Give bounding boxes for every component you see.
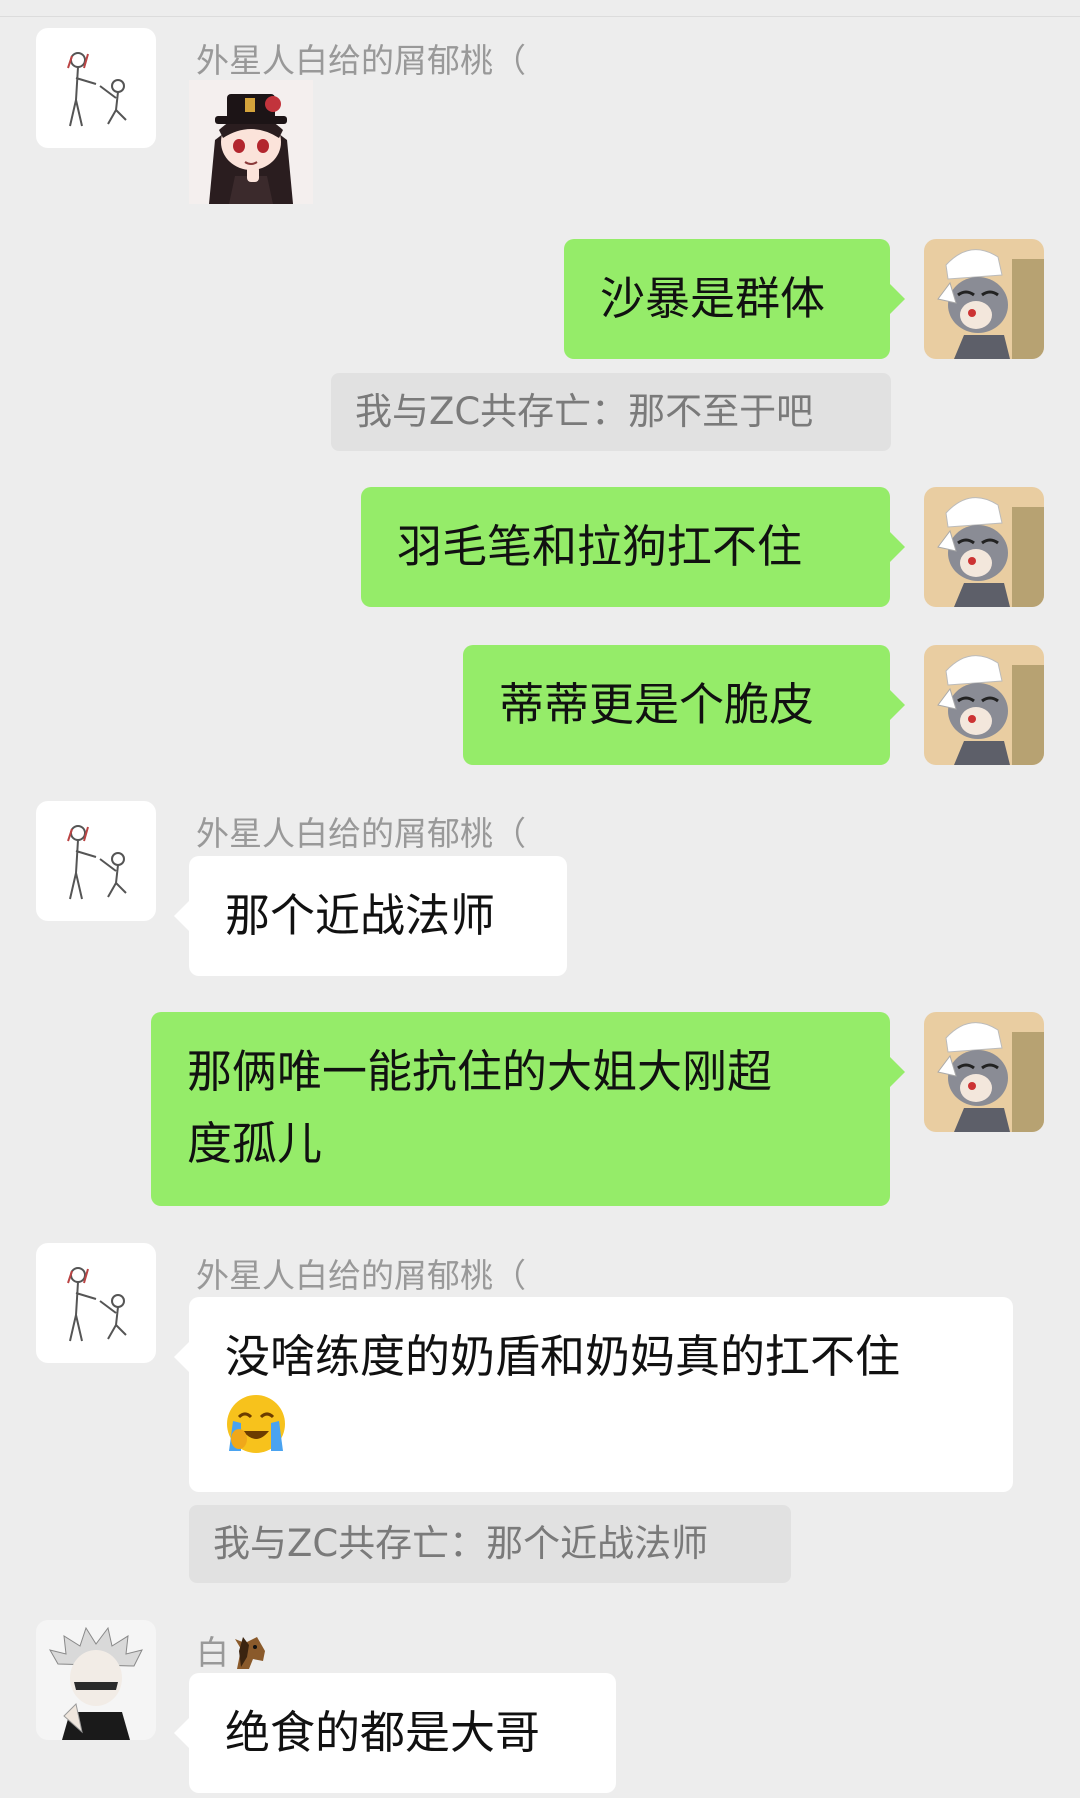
message-text: 那个近战法师 [225, 889, 496, 942]
sender-name: 外星人白给的屑郁桃（ [196, 814, 526, 853]
sender-name: 白 [196, 1626, 269, 1679]
message-bubble-theirs[interactable]: 那个近战法师 [174, 856, 567, 976]
message-bubble-theirs[interactable]: 绝食的都是大哥 [174, 1673, 616, 1793]
message-text: 沙暴是群体 [600, 272, 826, 325]
quoted-reply[interactable]: 我与ZC共存亡：那个近战法师 [189, 1505, 791, 1583]
loudly-crying-face-emoji [225, 1393, 287, 1476]
avatar-sketch[interactable] [36, 1243, 156, 1363]
avatar-sketch[interactable] [36, 801, 156, 921]
message-text: 蒂蒂更是个脆皮 [499, 678, 815, 731]
message-text-line: 度孤儿 [187, 1117, 323, 1170]
message-bubble-mine[interactable]: 羽毛笔和拉狗扛不住 [361, 487, 905, 607]
message-text: 没啥练度的奶盾和奶妈真的扛不住 [225, 1330, 901, 1383]
sender-name-text: 白 [196, 1633, 229, 1672]
message-bubble-mine[interactable]: 沙暴是群体 [564, 239, 905, 359]
message-bubble-mine[interactable]: 蒂蒂更是个脆皮 [463, 645, 905, 765]
avatar-white-hair[interactable] [36, 1620, 156, 1740]
hutao-sticker[interactable] [189, 80, 313, 204]
message-text-line: 那俩唯一能抗住的大姐大刚超 [187, 1045, 773, 1098]
avatar-sketch[interactable] [36, 28, 156, 148]
avatar-tom-cat[interactable] [924, 487, 1044, 607]
message-bubble-mine[interactable]: 那俩唯一能抗住的大姐大刚超 度孤儿 [151, 1012, 905, 1206]
avatar-tom-cat[interactable] [924, 239, 1044, 359]
message-bubble-theirs[interactable]: 没啥练度的奶盾和奶妈真的扛不住 [174, 1297, 1013, 1492]
horse-face-emoji [229, 1631, 269, 1679]
top-divider [0, 16, 1080, 17]
message-text: 羽毛笔和拉狗扛不住 [397, 520, 803, 573]
message-text: 绝食的都是大哥 [225, 1706, 541, 1759]
avatar-tom-cat[interactable] [924, 645, 1044, 765]
avatar-tom-cat[interactable] [924, 1012, 1044, 1132]
sender-name: 外星人白给的屑郁桃（ [196, 1256, 526, 1295]
quoted-reply[interactable]: 我与ZC共存亡：那不至于吧 [331, 373, 891, 451]
sender-name: 外星人白给的屑郁桃（ [196, 41, 526, 80]
